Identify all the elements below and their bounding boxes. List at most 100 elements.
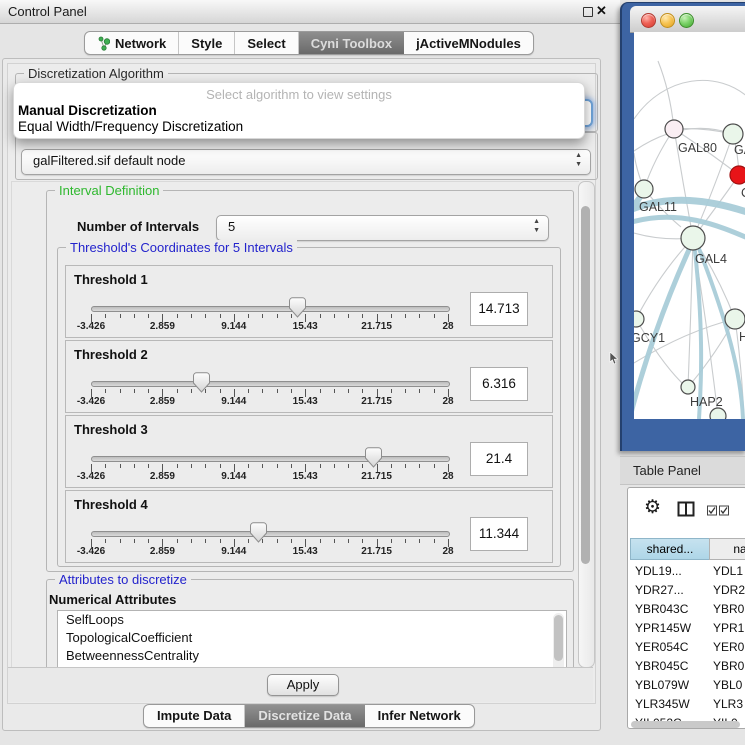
threshold-1-label: Threshold 1 [74,272,148,287]
slider-tick [191,464,192,468]
slider-tick-label: -3.426 [77,396,105,407]
attribute-item-selfloops[interactable]: SelfLoops [58,611,566,629]
threshold-4-slider-thumb[interactable] [250,522,267,543]
network-node-gal80[interactable] [665,120,683,138]
number-of-intervals-combobox[interactable]: 5 ▲ ▼ [216,215,549,241]
slider-tick [334,314,335,318]
attributes-list-scrollbar[interactable] [553,613,564,667]
select-columns-checkboxes-icon[interactable] [707,505,733,516]
threshold-2-value-field[interactable]: 6.316 [470,367,528,401]
slider-tick [391,389,392,393]
slider-tick [434,314,435,318]
table-row[interactable]: YBR043C YBR0 [628,600,745,619]
network-node-h[interactable] [725,309,745,329]
dropdown-option-equal-width-frequency-discretization[interactable]: Equal Width/Frequency Discretization [18,119,243,134]
tab-style[interactable]: Style [179,32,235,54]
table-row[interactable]: YDR27... YDR2 [628,581,745,600]
zoom-traffic-light-icon[interactable] [679,13,694,28]
slider-tick [320,389,321,393]
slider-tick-label: 28 [442,396,453,407]
column-layout-icon[interactable] [677,501,695,517]
table-row[interactable]: YBR045C YBR0 [628,657,745,676]
threshold-2-slider-thumb[interactable] [193,372,210,393]
network-node-c[interactable] [730,166,745,184]
attributes-list-scrollbar-thumb[interactable] [554,615,563,661]
threshold-1-slider-track[interactable] [91,306,450,312]
tab-select[interactable]: Select [235,32,298,54]
network-node-ga[interactable] [723,124,743,144]
slider-tick [277,314,278,318]
tab-infer-network[interactable]: Infer Network [365,705,474,727]
network-canvas[interactable]: GAL80GACGAL11GAL4GCY1HHAP2 [634,32,745,419]
cell-name: YBL0 [713,676,742,695]
slider-tick [220,539,221,543]
slider-tick-label: 28 [442,321,453,332]
slider-tick-label: 21.715 [361,471,392,482]
table-panel-container: ⚙ shared... na YDL19... YDL1 YDR27... YD… [627,487,745,729]
slider-tick [334,464,335,468]
apply-button[interactable]: Apply [267,674,339,696]
slider-tick-label: 28 [442,471,453,482]
slider-tick [134,464,135,468]
cell-name: YLR3 [713,695,743,714]
panel-scrollbar-thumb[interactable] [581,206,590,564]
column-header-shared-name[interactable]: shared... [630,538,710,560]
table-panel-titlebar: Table Panel [620,456,745,485]
table-row[interactable]: YBL079W YBL0 [628,676,745,695]
tab-discretize-data[interactable]: Discretize Data [245,705,364,727]
slider-tick [148,314,149,318]
slider-tick [205,464,206,468]
minimize-traffic-light-icon[interactable] [660,13,675,28]
threshold-3-slider-thumb[interactable] [365,447,382,468]
threshold-2-slider-track[interactable] [91,381,450,387]
tab-cyni-toolbox[interactable]: Cyni Toolbox [299,32,404,54]
network-node[interactable] [710,408,726,419]
tab-network[interactable]: Network [85,32,179,54]
settings-scroll-viewport: Interval Definition Number of Intervals … [11,181,579,667]
panel-scrollbar[interactable] [578,181,595,668]
threshold-1-value-field[interactable]: 14.713 [470,292,528,326]
threshold-1-slider-thumb[interactable] [289,297,306,318]
slider-tick-label: 2.859 [150,396,175,407]
numerical-attributes-list[interactable]: SelfLoopsTopologicalCoefficientBetweenne… [57,610,567,667]
gear-icon[interactable]: ⚙ [644,496,661,519]
table-row[interactable]: YPR145W YPR1 [628,619,745,638]
slider-tick [434,389,435,393]
slider-tick [248,539,249,543]
slider-tick-label: 2.859 [150,471,175,482]
slider-tick [205,539,206,543]
interval-definition-group-title: Interval Definition [55,183,163,198]
table-row[interactable]: YDL19... YDL1 [628,562,745,581]
threshold-3-value-field[interactable]: 21.4 [470,442,528,476]
close-icon[interactable]: ✕ [596,3,607,19]
table-row[interactable]: YLR345W YLR3 [628,695,745,714]
threshold-4-slider-track[interactable] [91,531,450,537]
slider-tick [320,539,321,543]
network-node-hap2[interactable] [681,380,695,394]
dropdown-option-manual-discretization[interactable]: Manual Discretization [18,103,157,118]
network-node-gcy1[interactable] [634,311,644,327]
table-data-combobox[interactable]: galFiltered.sif default node ▲ ▼ [21,149,591,175]
slider-tick [362,389,363,393]
close-traffic-light-icon[interactable] [641,13,656,28]
table-row[interactable]: YER054C YER0 [628,638,745,657]
attribute-item-betweennesscentrality[interactable]: BetweennessCentrality [58,647,566,665]
threshold-4-value-field[interactable]: 11.344 [470,517,528,551]
dropdown-placeholder: Select algorithm to view settings [14,87,584,102]
tab-jactivemnodules[interactable]: jActiveMNodules [404,32,533,54]
slider-tick [320,314,321,318]
table-horizontal-scrollbar[interactable] [631,721,740,728]
slider-tick [419,464,420,468]
table-header: shared... na [628,538,745,560]
attribute-item-topologicalcoefficient[interactable]: TopologicalCoefficient [58,629,566,647]
threshold-3-slider-track[interactable] [91,456,450,462]
network-node-gal11[interactable] [635,180,653,198]
slider-tick-label: 15.43 [293,396,318,407]
network-node-gal4[interactable] [681,226,705,250]
slider-tick-label: 15.43 [293,321,318,332]
tab-impute-data[interactable]: Impute Data [144,705,245,727]
cell-shared-name: YLR345W [635,695,690,714]
column-header-name[interactable]: na [709,538,745,560]
mouse-cursor-icon [609,352,619,365]
float-window-icon[interactable] [583,7,593,17]
